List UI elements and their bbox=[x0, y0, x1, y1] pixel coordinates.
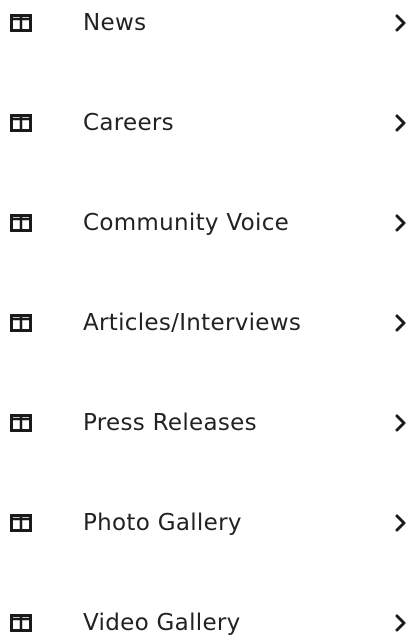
chevron-right-icon bbox=[392, 614, 410, 632]
menu-item-label: Articles/Interviews bbox=[83, 309, 302, 336]
menu-item-label: Video Gallery bbox=[83, 609, 241, 636]
columns-icon bbox=[9, 311, 33, 335]
columns-icon bbox=[9, 411, 33, 435]
columns-icon bbox=[9, 11, 33, 35]
chevron-right-icon bbox=[392, 414, 410, 432]
menu-item-label: Community Voice bbox=[83, 209, 290, 236]
side-menu: News Careers Community Voice Articles/In… bbox=[0, 0, 412, 639]
menu-item-articles-interviews[interactable]: Articles/Interviews bbox=[0, 293, 412, 353]
menu-item-careers[interactable]: Careers bbox=[0, 93, 412, 153]
columns-icon bbox=[9, 611, 33, 635]
columns-icon bbox=[9, 211, 33, 235]
menu-item-label: Photo Gallery bbox=[83, 509, 242, 536]
chevron-right-icon bbox=[392, 14, 410, 32]
menu-item-press-releases[interactable]: Press Releases bbox=[0, 393, 412, 453]
chevron-right-icon bbox=[392, 514, 410, 532]
chevron-right-icon bbox=[392, 214, 410, 232]
menu-item-label: Press Releases bbox=[83, 409, 257, 436]
menu-item-community-voice[interactable]: Community Voice bbox=[0, 193, 412, 253]
chevron-right-icon bbox=[392, 114, 410, 132]
columns-icon bbox=[9, 111, 33, 135]
menu-item-news[interactable]: News bbox=[0, 0, 412, 53]
menu-item-label: Careers bbox=[83, 109, 174, 136]
menu-item-photo-gallery[interactable]: Photo Gallery bbox=[0, 493, 412, 553]
menu-item-video-gallery[interactable]: Video Gallery bbox=[0, 593, 412, 639]
columns-icon bbox=[9, 511, 33, 535]
menu-item-label: News bbox=[83, 9, 147, 36]
chevron-right-icon bbox=[392, 314, 410, 332]
